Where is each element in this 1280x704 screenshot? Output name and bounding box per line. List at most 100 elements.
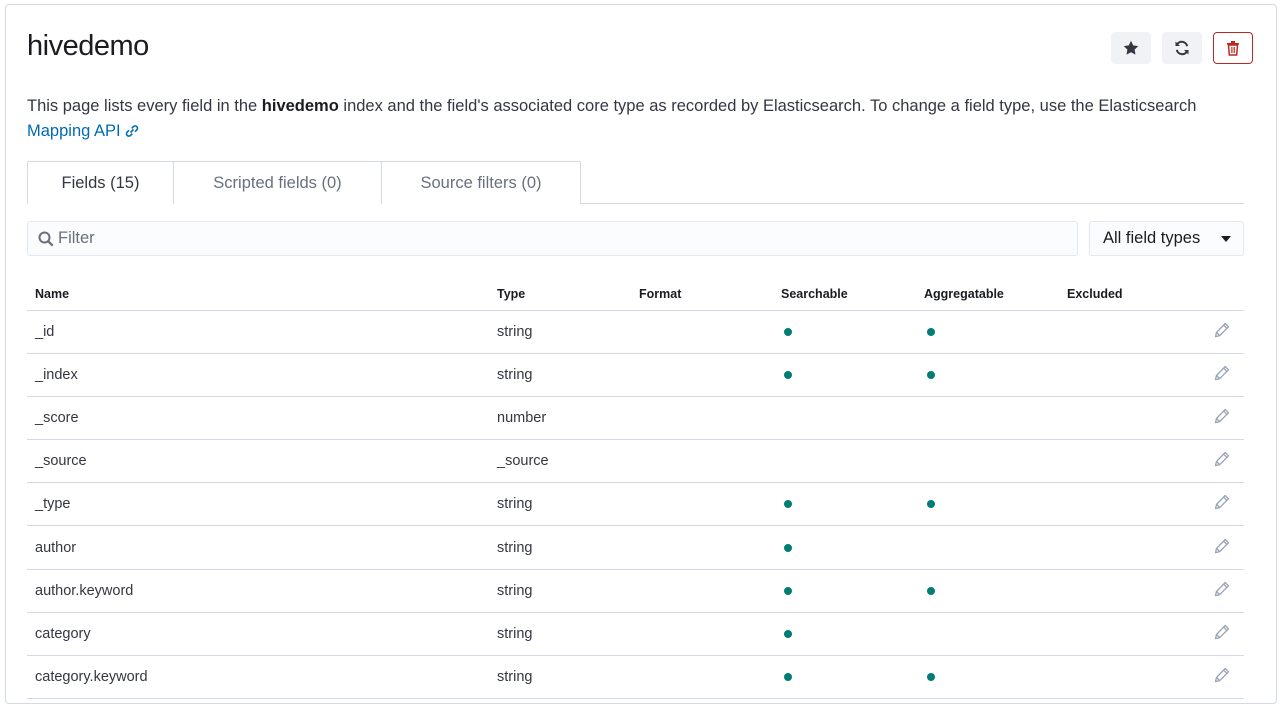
- table-row: author string: [27, 525, 1244, 570]
- searchable-cell: [773, 569, 916, 613]
- searchable-cell: [773, 439, 916, 484]
- field-type: string: [489, 569, 631, 613]
- pencil-icon: [1214, 624, 1230, 640]
- edit-field-button[interactable]: [1214, 365, 1230, 385]
- searchable-indicator: [784, 673, 792, 682]
- edit-cell: [1199, 396, 1244, 441]
- refresh-fields-button[interactable]: [1162, 32, 1202, 64]
- set-default-button[interactable]: [1111, 32, 1151, 64]
- edit-cell: [1199, 612, 1244, 657]
- aggregatable-indicator: [927, 500, 935, 509]
- field-type-select-value: All field types: [1103, 229, 1201, 247]
- searchable-cell: [773, 655, 916, 700]
- searchable-cell: [773, 525, 916, 570]
- edit-field-button[interactable]: [1214, 451, 1230, 471]
- pencil-icon: [1214, 408, 1230, 424]
- edit-field-button[interactable]: [1214, 624, 1230, 644]
- trash-icon: [1227, 41, 1239, 56]
- edit-field-button[interactable]: [1214, 322, 1230, 342]
- field-type: string: [489, 525, 631, 570]
- searchable-indicator: [784, 629, 792, 638]
- field-format: [631, 612, 773, 657]
- pencil-icon: [1214, 365, 1230, 381]
- edit-field-button[interactable]: [1214, 494, 1230, 514]
- column-header-type[interactable]: Type: [489, 279, 631, 311]
- fields-table: Name Type Format Searchable Aggregatable…: [27, 279, 1244, 700]
- field-format: [631, 655, 773, 700]
- field-type-select[interactable]: All field types: [1089, 221, 1244, 256]
- edit-cell: [1199, 482, 1244, 527]
- field-name: _score: [27, 396, 489, 441]
- field-format: [631, 482, 773, 527]
- pencil-icon: [1214, 581, 1230, 596]
- search-icon: [38, 231, 54, 246]
- aggregatable-cell: [916, 396, 1059, 441]
- aggregatable-cell: [916, 655, 1059, 700]
- mapping-api-link[interactable]: Mapping API: [27, 122, 140, 140]
- searchable-cell: [773, 612, 916, 657]
- pencil-icon: [1214, 667, 1230, 683]
- table-row: category.keyword string: [27, 655, 1244, 700]
- page-title: hivedemo: [27, 30, 149, 62]
- description-text-continued: index and the field's associated core ty…: [338, 97, 1197, 115]
- searchable-indicator: [784, 327, 792, 336]
- column-header-name[interactable]: Name: [27, 279, 489, 311]
- excluded-cell: [1059, 310, 1199, 354]
- aggregatable-indicator: [927, 673, 935, 682]
- aggregatable-cell: [916, 353, 1059, 397]
- edit-field-button[interactable]: [1214, 408, 1230, 428]
- tab-source-filters[interactable]: Source filters (0): [382, 161, 581, 204]
- field-type: string: [489, 612, 631, 657]
- searchable-indicator: [784, 543, 792, 552]
- filter-box: [27, 221, 1078, 256]
- edit-field-button[interactable]: [1214, 667, 1230, 687]
- field-name: category: [27, 612, 489, 657]
- aggregatable-cell: [916, 525, 1059, 570]
- excluded-cell: [1059, 439, 1199, 484]
- delete-index-pattern-button[interactable]: [1213, 32, 1253, 64]
- excluded-cell: [1059, 525, 1199, 570]
- excluded-cell: [1059, 353, 1199, 397]
- searchable-cell: [773, 482, 916, 527]
- field-format: [631, 439, 773, 484]
- column-header-format[interactable]: Format: [631, 279, 773, 311]
- field-type: string: [489, 482, 631, 527]
- caret-down-icon: [1221, 236, 1231, 242]
- edit-field-button[interactable]: [1214, 581, 1230, 601]
- page-description: This page lists every field in the hived…: [27, 94, 1217, 144]
- edit-cell: [1199, 655, 1244, 700]
- field-name: _index: [27, 353, 489, 397]
- table-row: author.keyword string: [27, 569, 1244, 613]
- excluded-cell: [1059, 482, 1199, 527]
- column-header-aggregatable[interactable]: Aggregatable: [916, 279, 1059, 311]
- table-row: category string: [27, 612, 1244, 657]
- link-icon: [125, 125, 138, 137]
- searchable-indicator: [784, 370, 792, 379]
- searchable-cell: [773, 310, 916, 354]
- field-format: [631, 525, 773, 570]
- edit-field-button[interactable]: [1214, 538, 1230, 558]
- excluded-cell: [1059, 655, 1199, 700]
- field-name: author.keyword: [27, 569, 489, 613]
- field-type: _source: [489, 439, 631, 484]
- pencil-icon: [1214, 495, 1230, 510]
- field-format: [631, 569, 773, 613]
- aggregatable-indicator: [927, 327, 935, 336]
- aggregatable-cell: [916, 482, 1059, 527]
- field-tabs: Fields (15) Scripted fields (0) Source f…: [27, 161, 1244, 204]
- header-actions: [1111, 32, 1253, 64]
- table-row: _id string: [27, 310, 1244, 354]
- column-header-excluded[interactable]: Excluded: [1059, 279, 1199, 311]
- table-body: _id string _index string _score number _source…: [27, 310, 1244, 700]
- tab-scripted-fields[interactable]: Scripted fields (0): [174, 161, 382, 204]
- aggregatable-cell: [916, 612, 1059, 657]
- description-text: This page lists every field in the: [27, 97, 262, 115]
- aggregatable-indicator: [927, 586, 935, 595]
- field-type: string: [489, 353, 631, 397]
- column-header-searchable[interactable]: Searchable: [773, 279, 916, 311]
- pencil-icon: [1214, 538, 1230, 553]
- filter-input[interactable]: [58, 229, 958, 248]
- tab-fields[interactable]: Fields (15): [27, 161, 174, 204]
- field-type: string: [489, 310, 631, 354]
- aggregatable-cell: [916, 439, 1059, 484]
